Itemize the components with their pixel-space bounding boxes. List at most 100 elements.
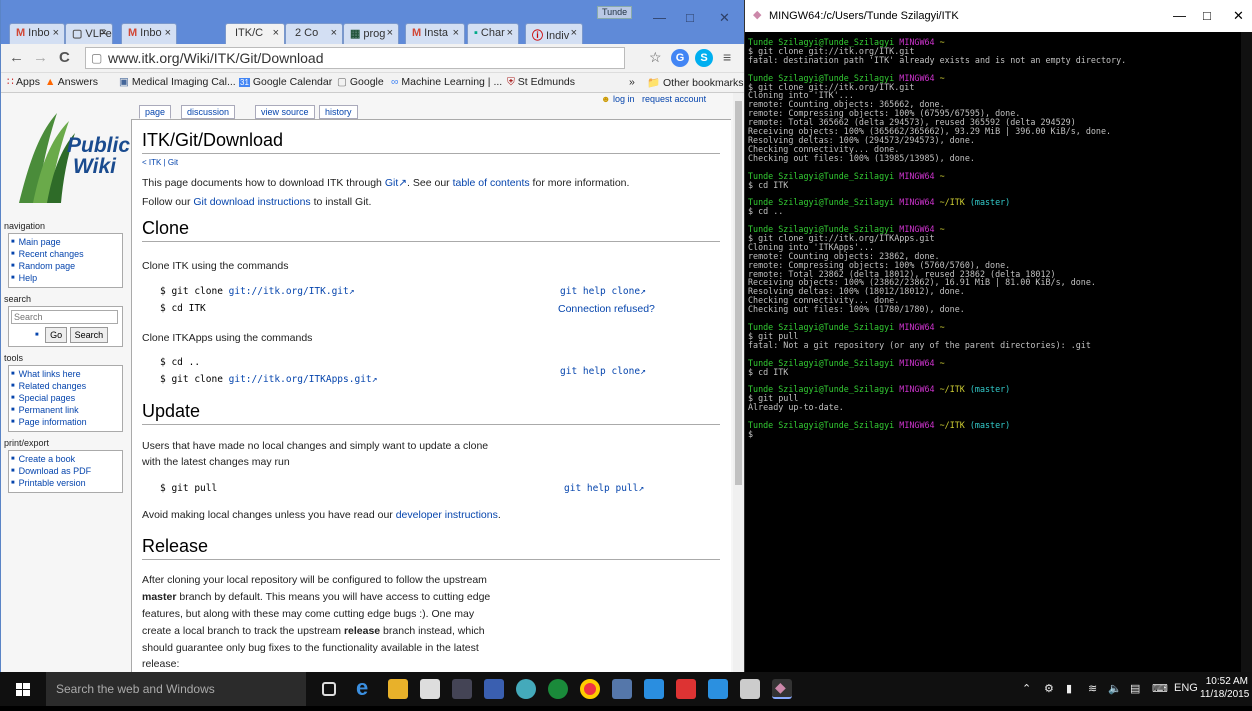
app-icon[interactable] xyxy=(612,679,632,699)
edge-icon[interactable]: e xyxy=(356,675,376,700)
tab-2[interactable]: M Inbo × xyxy=(121,23,177,44)
itkapps-git-url-link[interactable]: git://itk.org/ITKApps.git xyxy=(229,374,372,385)
request-account-link[interactable]: request account xyxy=(642,94,706,104)
skype-icon[interactable]: S xyxy=(695,49,713,67)
save-app-icon[interactable] xyxy=(484,679,504,699)
sidebar-link[interactable]: Help xyxy=(11,272,122,284)
tab-close-icon[interactable]: × xyxy=(273,27,279,39)
tab-0[interactable]: M Inbo × xyxy=(9,23,65,44)
tab-8[interactable]: ⓘ Indiv × xyxy=(525,23,583,44)
tab-discussion[interactable]: discussion xyxy=(181,105,236,119)
more-bookmarks-chevron-icon[interactable]: » xyxy=(629,76,635,88)
sidebar-link[interactable]: Printable version xyxy=(11,477,122,489)
sidebar-link[interactable]: Permanent link xyxy=(11,404,122,416)
sidebar-link[interactable]: Random page xyxy=(11,260,122,272)
forward-icon[interactable]: → xyxy=(33,49,48,66)
sidebar-link[interactable]: Recent changes xyxy=(11,248,122,260)
notification-icon[interactable]: ▤ xyxy=(1130,682,1140,695)
login-link[interactable]: log in xyxy=(613,94,635,104)
minimize-icon[interactable]: — xyxy=(653,10,666,25)
bookmark-star-icon[interactable]: ☆ xyxy=(649,49,662,66)
sidebar-link[interactable]: Page information xyxy=(11,416,122,428)
tab-1[interactable]: ▢ VLFe × xyxy=(65,23,113,44)
bookmark-answers[interactable]: ▲ Answers xyxy=(45,76,98,88)
volume-icon[interactable]: 🔈 xyxy=(1108,682,1122,695)
sidebar-link[interactable]: Related changes xyxy=(11,380,122,392)
wifi-icon[interactable]: ≋ xyxy=(1088,682,1097,695)
git-help-pull-link[interactable]: git help pull↗ xyxy=(564,483,644,494)
itk-git-url-link[interactable]: git://itk.org/ITK.git xyxy=(229,286,349,297)
git-download-instructions-link[interactable]: Git download instructions xyxy=(193,196,310,208)
page-scrollbar[interactable] xyxy=(733,93,744,672)
reload-icon[interactable]: C xyxy=(59,49,70,66)
terminal-output[interactable]: Tunde Szilagyi@Tunde_Szilagyi MINGW64 ~ $… xyxy=(748,38,1238,439)
battery-icon[interactable]: ▮ xyxy=(1066,682,1072,695)
search-button[interactable]: Search xyxy=(69,327,109,343)
phone-app-icon[interactable] xyxy=(548,679,568,699)
maximize-icon[interactable]: □ xyxy=(686,10,694,25)
table-of-contents-link[interactable]: table of contents xyxy=(453,177,530,189)
terminal-scrollbar[interactable] xyxy=(1241,32,1252,672)
keyboard-icon[interactable]: ⌨ xyxy=(1152,682,1168,695)
start-button[interactable] xyxy=(0,672,46,706)
tab-close-icon[interactable]: × xyxy=(453,27,459,39)
git-help-clone-link[interactable]: git help clone↗ xyxy=(560,366,646,377)
profile-badge[interactable]: Tunde xyxy=(597,6,633,19)
menu-icon[interactable]: ≡ xyxy=(723,49,731,65)
tab-3[interactable]: ITK/C × xyxy=(225,23,285,45)
git-help-clone-link[interactable]: git help clone↗ xyxy=(560,286,646,297)
bookmark-other[interactable]: 📁 Other bookmarks xyxy=(647,76,744,89)
go-button[interactable]: Go xyxy=(45,327,68,343)
tab-close-icon[interactable]: × xyxy=(387,27,393,39)
tab-5[interactable]: ▦ prog × xyxy=(343,23,399,44)
bookmark-apps[interactable]: ∷ Apps xyxy=(7,76,40,88)
app-icon[interactable] xyxy=(676,679,696,699)
tab-close-icon[interactable]: × xyxy=(507,27,513,39)
chrome-icon[interactable] xyxy=(580,679,600,699)
bookmark-machine-learning[interactable]: ∞ Machine Learning | ... xyxy=(391,76,502,88)
bookmark-google[interactable]: ▢ Google xyxy=(337,76,384,88)
git-bash-taskbar-icon[interactable]: ◆ xyxy=(772,679,792,699)
app-icon[interactable] xyxy=(740,679,760,699)
language-indicator[interactable]: ENG xyxy=(1174,682,1198,694)
task-view-icon[interactable] xyxy=(322,682,336,696)
back-icon[interactable]: ← xyxy=(9,49,24,66)
tab-close-icon[interactable]: × xyxy=(53,27,59,39)
tab-close-icon[interactable]: × xyxy=(571,27,577,39)
taskbar-search[interactable]: Search the web and Windows xyxy=(46,672,306,706)
sidebar-link[interactable]: Main page xyxy=(11,236,122,248)
app-icon[interactable] xyxy=(708,679,728,699)
sidebar-link[interactable]: What links here xyxy=(11,368,122,380)
breadcrumb[interactable]: < ITK | Git xyxy=(142,158,178,167)
bookmark-google-calendar[interactable]: 31 Google Calendar xyxy=(239,76,332,88)
app-icon[interactable] xyxy=(452,679,472,699)
close-icon[interactable]: ✕ xyxy=(719,10,730,26)
dropbox-icon[interactable] xyxy=(644,679,664,699)
sidebar-link[interactable]: Special pages xyxy=(11,392,122,404)
git-link[interactable]: Git xyxy=(385,177,398,189)
app-icon[interactable] xyxy=(516,679,536,699)
store-icon[interactable] xyxy=(420,679,440,699)
connection-refused-link[interactable]: Connection refused? xyxy=(558,303,655,315)
sidebar-link[interactable]: Create a book xyxy=(11,453,122,465)
public-wiki-logo[interactable]: Public Wiki xyxy=(11,103,130,213)
tab-close-icon[interactable]: × xyxy=(331,27,337,39)
clock[interactable]: 10:52 AM 11/18/2015 xyxy=(1200,675,1249,701)
tab-view-source[interactable]: view source xyxy=(255,105,315,119)
developer-instructions-link[interactable]: developer instructions xyxy=(396,509,498,521)
tray-chevron-icon[interactable]: ⌃ xyxy=(1022,682,1031,695)
tab-4[interactable]: 2 Co × xyxy=(285,23,343,44)
maximize-icon[interactable]: □ xyxy=(1203,8,1211,23)
wiki-search-input[interactable] xyxy=(11,310,118,324)
extension-icon[interactable]: G xyxy=(671,49,689,67)
bookmark-medical-imaging[interactable]: ▣ Medical Imaging Cal... xyxy=(119,76,236,88)
tab-close-icon[interactable]: × xyxy=(165,27,171,39)
scrollbar-thumb[interactable] xyxy=(735,101,742,485)
address-bar[interactable]: ▢ www.itk.org/Wiki/ITK/Git/Download xyxy=(85,47,625,69)
sidebar-link[interactable]: Download as PDF xyxy=(11,465,122,477)
tab-6[interactable]: M Insta × xyxy=(405,23,465,44)
tab-7[interactable]: ▪ Char × xyxy=(467,23,519,44)
file-explorer-icon[interactable] xyxy=(388,679,408,699)
tab-history[interactable]: history xyxy=(319,105,358,119)
tray-app-icon[interactable]: ⚙ xyxy=(1044,682,1054,695)
